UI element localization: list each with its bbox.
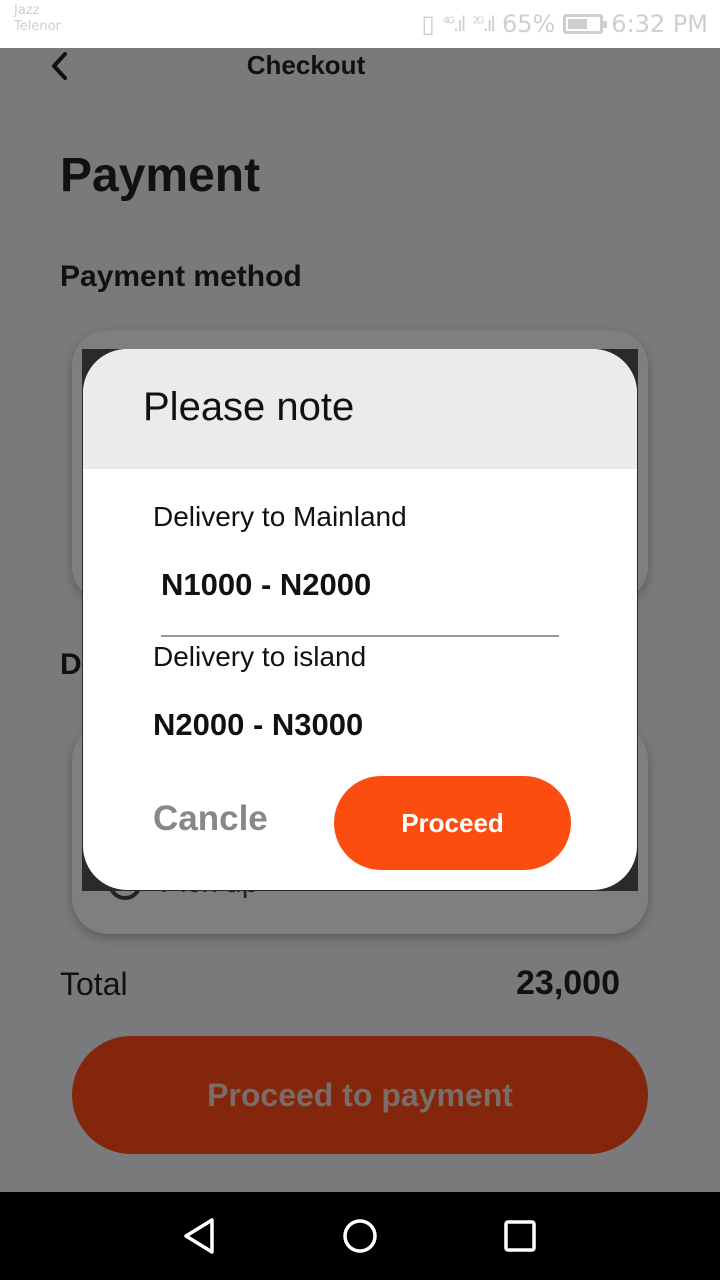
dialog-header: Please note	[83, 349, 637, 469]
island-delivery-label: Delivery to island	[153, 641, 367, 672]
header-title: Checkout	[246, 50, 366, 80]
dialog-title: Please note	[143, 385, 355, 429]
triangle-back-icon[interactable]	[180, 1216, 220, 1256]
signal-icon-1: 4G.ıl	[442, 12, 467, 36]
mainland-delivery-label: Delivery to Mainland	[153, 501, 407, 532]
status-bar: Jazz Telenor ▯ 4G.ıl 2G.ıl 65% 6:32 PM	[0, 0, 720, 48]
delivery-label: D	[60, 648, 82, 681]
clock: 6:32 PM	[611, 10, 708, 38]
carrier-names: Jazz Telenor	[14, 3, 61, 35]
payment-method-label: Payment method	[60, 260, 302, 293]
dialog-divider	[161, 635, 559, 637]
battery-percent: 65%	[501, 10, 556, 38]
battery-icon	[563, 14, 608, 34]
signal-icon-2: 2G.ıl	[472, 12, 496, 36]
page-title: Payment	[60, 149, 261, 202]
total-value: 23,000	[516, 964, 620, 1002]
square-recent-icon[interactable]	[500, 1216, 540, 1256]
total-label: Total	[60, 966, 128, 1002]
network-2-label: 2G	[472, 15, 484, 27]
network-1-label: 4G	[442, 15, 455, 27]
circle-home-icon[interactable]	[340, 1216, 380, 1256]
proceed-button[interactable]: Proceed	[334, 776, 571, 870]
vibrate-icon: ▯	[421, 10, 435, 38]
please-note-dialog: Please note Delivery to Mainland N1000 -…	[83, 349, 637, 890]
cancel-button[interactable]: Cancle	[153, 799, 268, 839]
mainland-delivery-price: N1000 - N2000	[161, 567, 372, 602]
status-icons: ▯ 4G.ıl 2G.ıl 65% 6:32 PM	[422, 10, 708, 38]
system-nav-bar	[0, 1192, 720, 1280]
carrier-1: Jazz	[14, 3, 40, 18]
carrier-2: Telenor	[14, 19, 61, 34]
island-delivery-price: N2000 - N3000	[153, 707, 364, 742]
proceed-to-payment-button[interactable]: Proceed to payment	[72, 1036, 648, 1154]
